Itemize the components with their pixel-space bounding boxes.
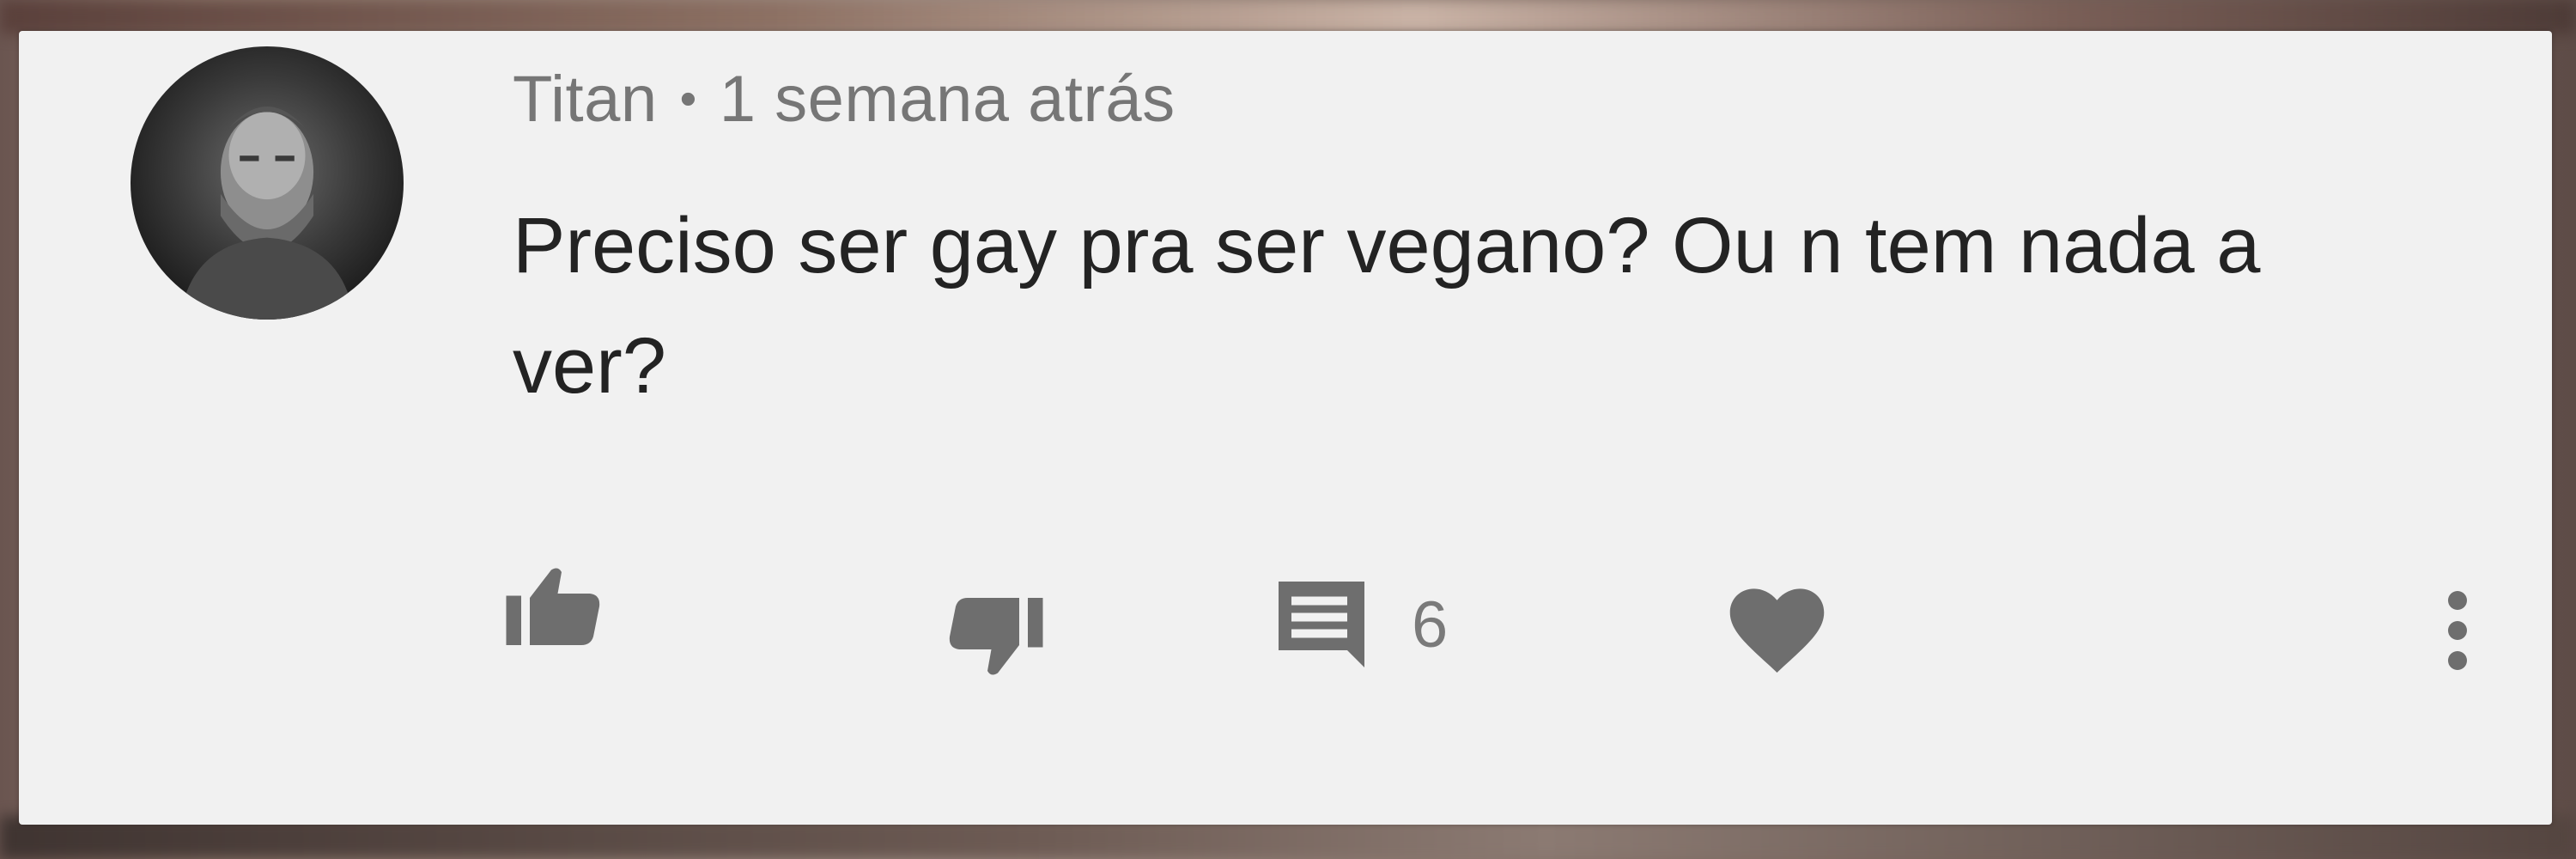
comment-timestamp[interactable]: 1 semana atrás <box>720 62 1176 137</box>
dislike-button[interactable] <box>942 594 1045 679</box>
reply-button[interactable]: 6 <box>1274 577 1448 672</box>
comment-actions: 6 <box>19 546 2552 684</box>
comment-text: Preciso ser gay pra ser vegano? Ou n tem… <box>513 202 2261 410</box>
comment-card: Titan • 1 semana atrás Preciso ser gay p… <box>19 31 2552 825</box>
thumbs-up-icon <box>506 568 600 645</box>
reply-count: 6 <box>1412 588 1449 661</box>
avatar-portrait-icon <box>179 106 355 320</box>
background-top <box>0 0 2576 34</box>
thumbs-down-icon <box>949 598 1043 675</box>
heart-button[interactable] <box>1728 587 1826 673</box>
comment-icon <box>1279 582 1364 667</box>
like-button[interactable] <box>504 564 607 649</box>
author-name[interactable]: Titan <box>513 62 658 137</box>
comment-meta: Titan • 1 semana atrás <box>513 60 1176 137</box>
heart-icon <box>1729 588 1825 673</box>
more-options-button[interactable] <box>2440 588 2475 673</box>
more-vertical-icon <box>2448 591 2467 670</box>
avatar[interactable] <box>131 46 404 320</box>
meta-separator: • <box>679 71 697 125</box>
